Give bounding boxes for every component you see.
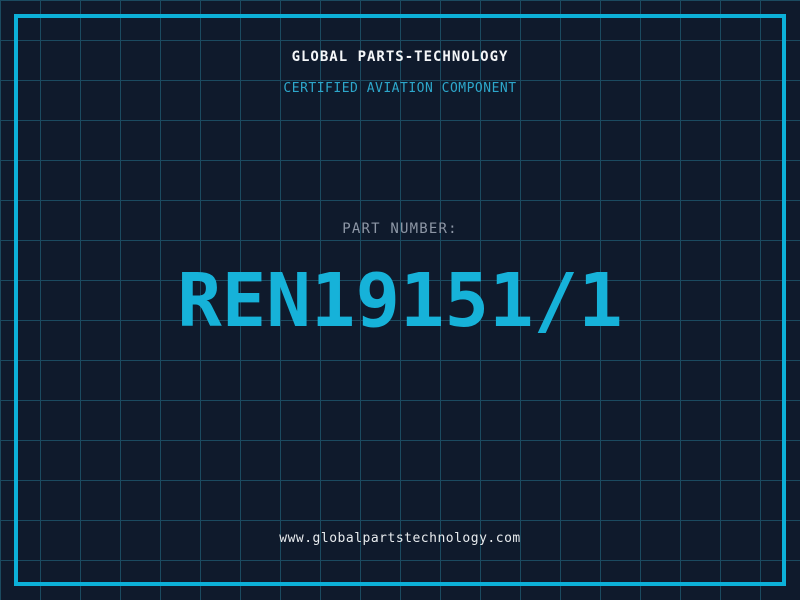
part-label-canvas: GLOBAL PARTS-TECHNOLOGY CERTIFIED AVIATI… <box>0 0 800 600</box>
company-name: GLOBAL PARTS-TECHNOLOGY <box>291 49 509 65</box>
website-url: www.globalpartstechnology.com <box>279 531 521 546</box>
part-number-label: PART NUMBER: <box>342 221 458 237</box>
certification-subtitle: CERTIFIED AVIATION COMPONENT <box>283 81 517 96</box>
part-number-value: REN19151/1 <box>177 258 623 344</box>
